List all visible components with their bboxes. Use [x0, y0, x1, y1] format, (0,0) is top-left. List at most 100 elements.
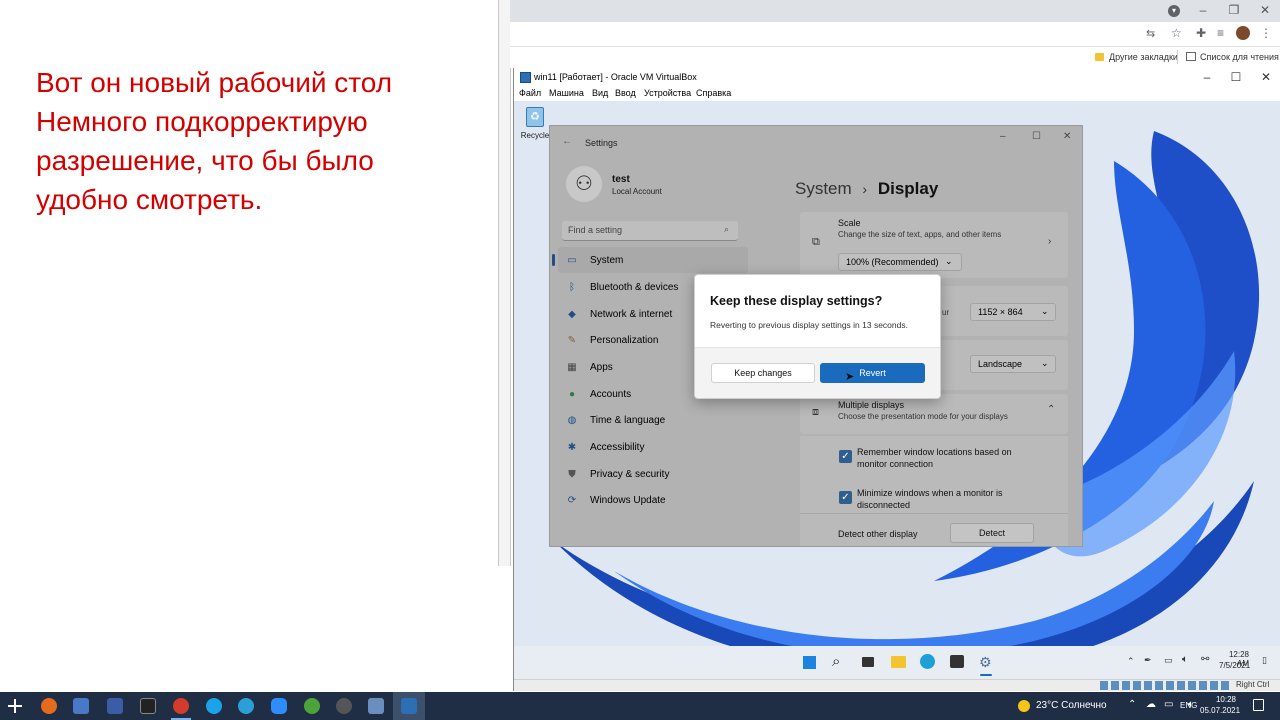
weather-text[interactable]: 23°C Солнечно: [1036, 700, 1107, 711]
nav-item-windows-update[interactable]: ⟳ Windows Update: [558, 487, 748, 513]
recycle-bin-label: Recycle: [520, 131, 550, 140]
avatar[interactable]: [1236, 26, 1250, 40]
display-icon[interactable]: ▭: [1164, 655, 1173, 666]
save-icon[interactable]: [107, 698, 123, 714]
vm-taskbar: ⌕ ⚙ ⌃ ✒ ▭ 🔈︎ ⚯ 12:28 AM 7/5/2021 ▯: [514, 646, 1280, 679]
search-input[interactable]: Find a setting ⌕: [562, 221, 738, 241]
menu-icon[interactable]: ⋮: [1260, 26, 1272, 40]
vbox-maximize-button[interactable]: ☐: [1219, 70, 1253, 84]
chevron-right-icon: ›: [1048, 236, 1052, 247]
volume-icon[interactable]: 🔈︎: [1182, 654, 1188, 665]
skype-icon[interactable]: [206, 698, 222, 714]
menu-input[interactable]: Ввод: [615, 88, 636, 98]
menu-machine[interactable]: Машина: [549, 88, 584, 98]
sun-icon: [1018, 700, 1030, 712]
obs-icon[interactable]: [336, 698, 352, 714]
annotation-line: Немного подкорректирую: [36, 106, 368, 137]
globe-icon: ◍: [567, 414, 577, 426]
network-icon[interactable]: ⚯: [1201, 654, 1209, 665]
resolution-dropdown[interactable]: 1152 × 864 ⌄: [970, 303, 1056, 321]
file-explorer-icon[interactable]: [891, 656, 906, 668]
notes-icon[interactable]: [73, 698, 89, 714]
reading-list-link[interactable]: Список для чтения: [1200, 52, 1279, 62]
pen-icon[interactable]: ✒: [1144, 655, 1152, 666]
breadcrumb-parent[interactable]: System: [795, 179, 852, 198]
host-clock-time[interactable]: 10:28: [1204, 695, 1236, 704]
terminal-icon[interactable]: [140, 698, 156, 714]
virtualbox-statusbar: Right Ctrl: [514, 679, 1280, 691]
menu-file[interactable]: Файл: [519, 88, 541, 98]
start-icon[interactable]: [802, 655, 817, 670]
network-icon[interactable]: ▭: [1164, 699, 1173, 710]
vm-clock-date[interactable]: 7/5/2021: [1219, 661, 1250, 670]
menu-view[interactable]: Вид: [592, 88, 608, 98]
settings-minimize-button[interactable]: –: [1000, 131, 1006, 142]
edge-icon[interactable]: [920, 654, 935, 669]
restore-button[interactable]: ❐: [1217, 3, 1251, 17]
back-arrow-icon[interactable]: ←: [562, 136, 572, 147]
recycle-bin-icon: ♻: [526, 107, 544, 127]
notification-icon[interactable]: ▯: [1262, 655, 1267, 666]
virtualbox-icon: [520, 72, 531, 83]
orientation-dropdown[interactable]: Landscape ⌄: [970, 355, 1056, 373]
store-icon[interactable]: [950, 655, 964, 668]
keyboard-language[interactable]: ENG: [1180, 701, 1197, 710]
apps-icon: ▦: [567, 361, 577, 373]
menu-help[interactable]: Справка: [696, 88, 731, 98]
vbox-close-button[interactable]: ✕: [1249, 70, 1280, 84]
scale-dropdown[interactable]: 100% (Recommended) ⌄: [838, 253, 962, 271]
browser-toolbar: ⇆ ☆ ✚ ≡ ⋮: [510, 22, 1280, 46]
tab-search-icon[interactable]: ▾: [1168, 5, 1180, 17]
chevron-up-icon[interactable]: ⌃: [1128, 699, 1136, 710]
bookmark-other[interactable]: Другие закладки: [1109, 52, 1178, 62]
settings-maximize-button[interactable]: ☐: [1032, 131, 1041, 142]
close-button[interactable]: ✕: [1248, 3, 1280, 17]
divider: [1177, 50, 1178, 64]
firefox-icon[interactable]: [41, 698, 57, 714]
keep-changes-button[interactable]: Keep changes: [711, 363, 815, 383]
star-icon[interactable]: ☆: [1171, 26, 1182, 40]
browser-tab-strip: ▾ – ❐ ✕: [510, 0, 1280, 22]
utorrent-icon[interactable]: [304, 698, 320, 714]
recycle-bin[interactable]: ♻ Recycle: [520, 107, 550, 149]
virtualbox-taskbar-icon[interactable]: [401, 698, 417, 714]
detect-button[interactable]: Detect: [950, 523, 1034, 543]
remember-label: Remember window locations based on monit…: [857, 447, 1012, 469]
nav-item-privacy[interactable]: ⛊ Privacy & security: [558, 461, 748, 487]
scale-card[interactable]: ⧉ Scale Change the size of text, apps, a…: [800, 212, 1068, 278]
chevron-up-icon[interactable]: ⌃: [1127, 656, 1135, 667]
task-view-icon[interactable]: [862, 657, 874, 667]
chevron-down-icon: ⌄: [1041, 358, 1049, 368]
menu-devices[interactable]: Устройства: [644, 88, 691, 98]
nav-item-time-language[interactable]: ◍ Time & language: [558, 407, 748, 433]
minimize-button[interactable]: –: [1186, 3, 1220, 17]
device-status-icons[interactable]: [1100, 681, 1232, 690]
extensions-icon[interactable]: ✚: [1196, 26, 1206, 40]
revert-button[interactable]: Revert: [820, 363, 925, 383]
translate-icon[interactable]: ⇆: [1146, 27, 1155, 40]
user-name: test: [612, 174, 630, 185]
chrome-icon[interactable]: [173, 698, 189, 714]
selection-indicator: [552, 254, 555, 266]
remember-checkbox[interactable]: ✓: [839, 450, 852, 463]
zoom-icon[interactable]: [271, 698, 287, 714]
nav-item-system[interactable]: ▭ System: [552, 247, 748, 273]
monitor-icon: ▭: [567, 254, 577, 266]
vm-display[interactable]: ♻ Recycle ← Settings – ☐ ✕ ⚇ test Local …: [514, 101, 1280, 679]
box-icon[interactable]: [368, 698, 384, 714]
minimize-checkbox[interactable]: ✓: [839, 491, 852, 504]
host-clock-date[interactable]: 05.07.2021: [1200, 706, 1240, 715]
user-type: Local Account: [612, 187, 662, 196]
nav-item-accessibility[interactable]: ✱ Accessibility: [558, 434, 748, 460]
windows-start-icon[interactable]: [8, 699, 22, 713]
chevron-up-icon[interactable]: ⌃: [1047, 404, 1055, 415]
nav-item-label: Privacy & security: [590, 468, 670, 480]
reading-mode-icon[interactable]: ≡: [1217, 26, 1224, 40]
settings-close-button[interactable]: ✕: [1063, 131, 1071, 142]
onedrive-icon[interactable]: ☁: [1146, 699, 1156, 710]
telegram-icon[interactable]: [238, 698, 254, 714]
notification-icon[interactable]: [1253, 699, 1264, 711]
settings-gear-icon[interactable]: ⚙: [979, 654, 992, 671]
multiple-displays-card[interactable]: ⧈ Multiple displays Choose the presentat…: [800, 394, 1068, 434]
search-icon[interactable]: ⌕: [832, 653, 840, 670]
